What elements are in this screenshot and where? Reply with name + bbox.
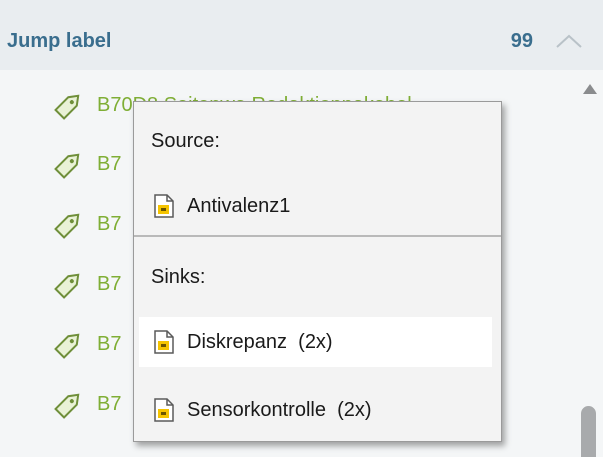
source-sink-popup: Source: Antivalenz1 Sinks: Diskrepanz (2…	[133, 101, 502, 442]
tag-icon	[54, 273, 80, 299]
source-item[interactable]: Antivalenz1	[139, 181, 492, 231]
jump-label-panel: Jump label 99 B70D8 Seitenwa Redaktionna…	[0, 0, 603, 457]
chevron-up-icon	[556, 34, 582, 48]
tag-icon	[54, 94, 80, 120]
popup-divider	[134, 235, 501, 237]
list-item-label: B7	[97, 213, 122, 235]
list-item-label: B7	[97, 273, 122, 295]
tag-icon	[54, 153, 80, 179]
collapse-button[interactable]	[551, 28, 587, 54]
list-item-label: B7	[97, 333, 122, 355]
list-item-label: B7	[97, 393, 122, 415]
file-icon	[154, 330, 174, 354]
sink-item[interactable]: Diskrepanz (2x)	[139, 317, 492, 367]
vertical-scrollbar[interactable]	[574, 70, 603, 457]
file-icon	[154, 398, 174, 422]
section-title: Jump label	[7, 30, 112, 52]
source-heading: Source:	[151, 130, 220, 152]
source-item-label: Antivalenz1	[187, 195, 291, 217]
sink-item-label: Diskrepanz (2x)	[187, 331, 333, 353]
tag-icon	[54, 393, 80, 419]
scroll-up-arrow-icon[interactable]	[583, 84, 597, 94]
sink-item[interactable]: Sensorkontrolle (2x)	[139, 385, 492, 435]
tag-icon	[54, 333, 80, 359]
sinks-heading: Sinks:	[151, 266, 206, 288]
section-header[interactable]: Jump label 99	[0, 0, 603, 70]
sink-item-label: Sensorkontrolle (2x)	[187, 399, 372, 421]
item-count: 99	[510, 30, 533, 52]
file-icon	[154, 194, 174, 218]
tag-icon	[54, 213, 80, 239]
list-item-label: B7	[97, 153, 122, 175]
scrollbar-thumb[interactable]	[581, 406, 596, 457]
